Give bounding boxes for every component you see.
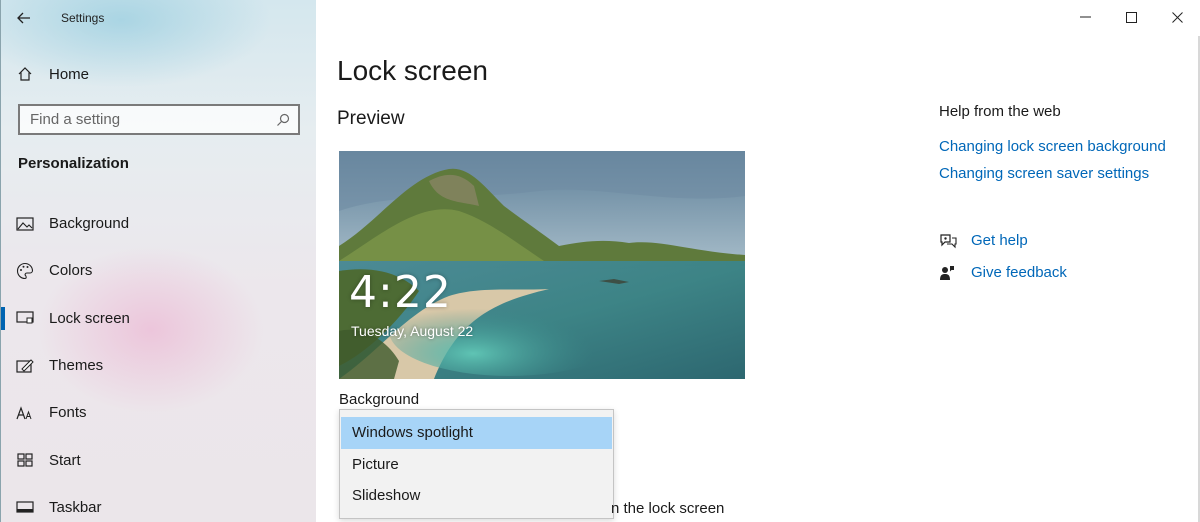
sidebar-item-label: Fonts xyxy=(49,404,87,422)
maximize-icon xyxy=(1125,11,1137,23)
main-content: Lock screen Preview 4:22 Tuesday, August… xyxy=(316,0,1200,522)
back-arrow-icon xyxy=(17,12,30,24)
home-label: Home xyxy=(49,65,90,83)
partial-setting-text: n the lock screen xyxy=(611,500,725,517)
app-title: Settings xyxy=(61,11,105,25)
sidebar-item-themes[interactable]: Themes xyxy=(1,342,317,389)
search-input[interactable]: Find a setting xyxy=(18,104,300,135)
sidebar-item-fonts[interactable]: Fonts xyxy=(1,389,317,436)
lock-screen-preview: 4:22 Tuesday, August 22 xyxy=(339,151,745,379)
preview-date: Tuesday, August 22 xyxy=(351,323,474,339)
section-title: Personalization xyxy=(18,155,129,172)
sidebar-item-lock-screen[interactable]: Lock screen xyxy=(1,295,317,342)
give-feedback-label: Give feedback xyxy=(971,264,1067,281)
dropdown-option-picture[interactable]: Picture xyxy=(341,449,612,481)
sidebar-item-label: Themes xyxy=(49,357,104,375)
help-link-screen-saver[interactable]: Changing screen saver settings xyxy=(939,165,1149,182)
chat-help-icon xyxy=(939,233,971,249)
search-icon[interactable] xyxy=(268,113,298,127)
get-help-link[interactable]: Get help xyxy=(939,232,1028,249)
sidebar-nav: Background Colors Lock screen Themes Fon… xyxy=(1,200,317,522)
dropdown-option-windows-spotlight[interactable]: Windows spotlight xyxy=(341,417,612,449)
dropdown-option-slideshow[interactable]: Slideshow xyxy=(341,480,612,512)
sidebar-item-background[interactable]: Background xyxy=(1,200,317,247)
window-controls xyxy=(1062,0,1200,34)
brush-icon xyxy=(1,358,49,374)
sidebar-item-home[interactable]: Home xyxy=(1,57,317,91)
title-bar: Settings xyxy=(1,0,317,36)
help-link-lock-screen-background[interactable]: Changing lock screen background xyxy=(939,138,1166,155)
landscape-image xyxy=(339,151,745,379)
sidebar-item-label: Background xyxy=(49,215,130,233)
close-button[interactable] xyxy=(1154,0,1200,34)
minimize-button[interactable] xyxy=(1062,0,1108,34)
background-label: Background xyxy=(339,391,420,408)
taskbar-icon xyxy=(1,501,49,514)
maximize-button[interactable] xyxy=(1108,0,1154,34)
help-heading: Help from the web xyxy=(939,103,1061,120)
start-grid-icon xyxy=(1,453,49,467)
home-icon xyxy=(1,66,49,82)
sidebar-item-colors[interactable]: Colors xyxy=(1,247,317,294)
sidebar-item-label: Taskbar xyxy=(49,498,102,516)
get-help-label: Get help xyxy=(971,232,1028,249)
preview-time: 4:22 xyxy=(349,267,452,318)
sidebar-item-start[interactable]: Start xyxy=(1,436,317,483)
sidebar-item-label: Colors xyxy=(49,262,93,280)
page-title: Lock screen xyxy=(337,55,488,86)
minimize-icon xyxy=(1079,16,1091,18)
palette-icon xyxy=(1,262,49,280)
sidebar-item-label: Lock screen xyxy=(49,309,130,327)
close-icon xyxy=(1171,11,1183,23)
font-icon xyxy=(1,406,49,420)
sidebar: Settings Home Find a setting Personaliza… xyxy=(0,0,316,522)
background-dropdown[interactable]: Windows spotlight Picture Slideshow xyxy=(339,409,614,519)
back-button[interactable] xyxy=(1,0,47,36)
give-feedback-link[interactable]: Give feedback xyxy=(939,264,1067,281)
picture-icon xyxy=(1,217,49,231)
sidebar-item-label: Start xyxy=(49,451,81,469)
sidebar-item-taskbar[interactable]: Taskbar xyxy=(1,484,317,522)
preview-heading: Preview xyxy=(337,108,405,129)
feedback-person-icon xyxy=(939,265,971,281)
lock-screen-icon xyxy=(1,311,49,325)
search-placeholder: Find a setting xyxy=(30,111,121,128)
